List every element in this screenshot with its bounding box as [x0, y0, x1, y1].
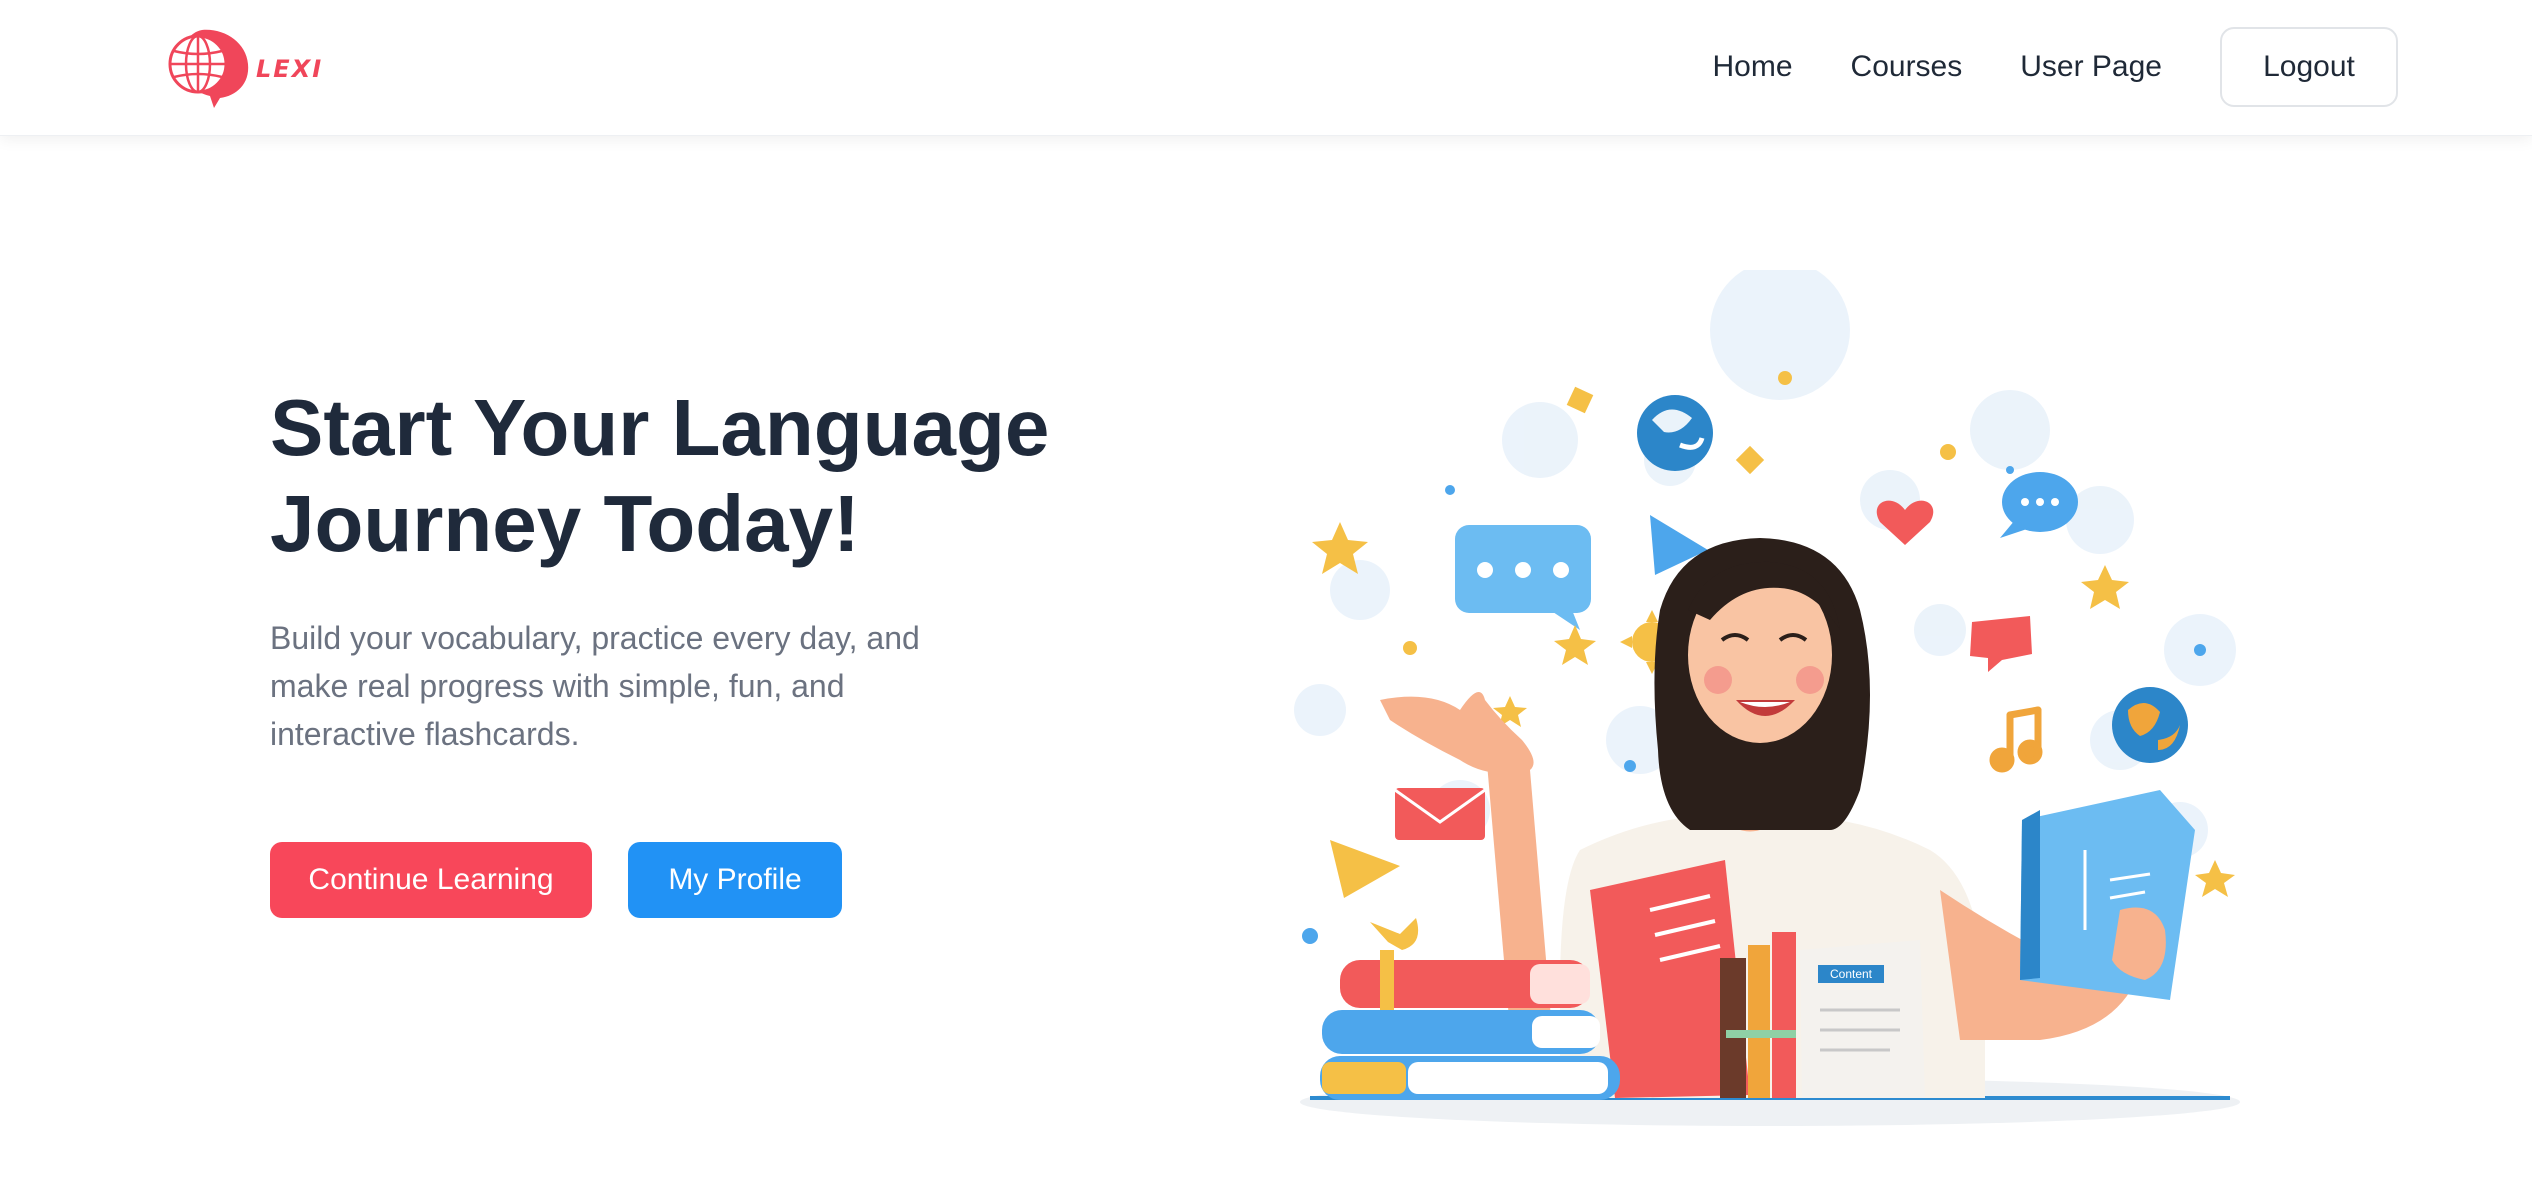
- hero-title-line-1: Start Your Language: [270, 383, 1050, 472]
- book-icon: [2020, 790, 2195, 1000]
- nav-courses-link[interactable]: Courses: [1851, 50, 1963, 84]
- nav-home-link[interactable]: Home: [1713, 50, 1793, 84]
- hero-title: Start Your Language Journey Today!: [270, 380, 1170, 572]
- globe-speech-bubble-icon: [168, 29, 249, 108]
- chat-bubble-icon: [1455, 525, 1591, 630]
- my-profile-button[interactable]: My Profile: [628, 842, 842, 918]
- envelope-icon: [1394, 788, 1486, 840]
- nav-links: Home Courses User Page Logout: [1713, 27, 2398, 107]
- content-book: Content: [1800, 940, 1925, 1098]
- hero-subtitle-line-1: Build your vocabulary, practice every da…: [270, 620, 920, 656]
- logout-button[interactable]: Logout: [2220, 27, 2398, 107]
- hero-illustration: Content: [1294, 270, 2240, 1126]
- hero-subtitle-line-2: make real progress with simple, fun, and: [270, 668, 845, 704]
- hero-subtitle: Build your vocabulary, practice every da…: [270, 614, 990, 758]
- right-hand: [2112, 907, 2166, 980]
- left-cheek: [1704, 666, 1732, 694]
- hero-title-line-2: Journey Today!: [270, 479, 860, 568]
- content-book-label: Content: [1830, 967, 1873, 981]
- earth-globe-icon: [2112, 687, 2188, 763]
- continue-learning-button[interactable]: Continue Learning: [270, 842, 592, 918]
- brand-logo[interactable]: LEXI: [158, 24, 328, 110]
- small-chat-bubble-icon: [2000, 472, 2078, 538]
- brand-name: LEXI: [256, 55, 324, 83]
- navbar: LEXI Home Courses User Page Logout: [0, 0, 2532, 136]
- red-speech-bubble-icon: [1970, 616, 2032, 672]
- music-note-icon: [1989, 706, 2043, 773]
- yellow-paper-plane-icon: [1330, 840, 1400, 898]
- right-cheek: [1796, 666, 1824, 694]
- nav-user-page-link[interactable]: User Page: [2020, 50, 2162, 84]
- globe-icon: [1637, 395, 1713, 471]
- hero-subtitle-line-3: interactive flashcards.: [270, 716, 580, 752]
